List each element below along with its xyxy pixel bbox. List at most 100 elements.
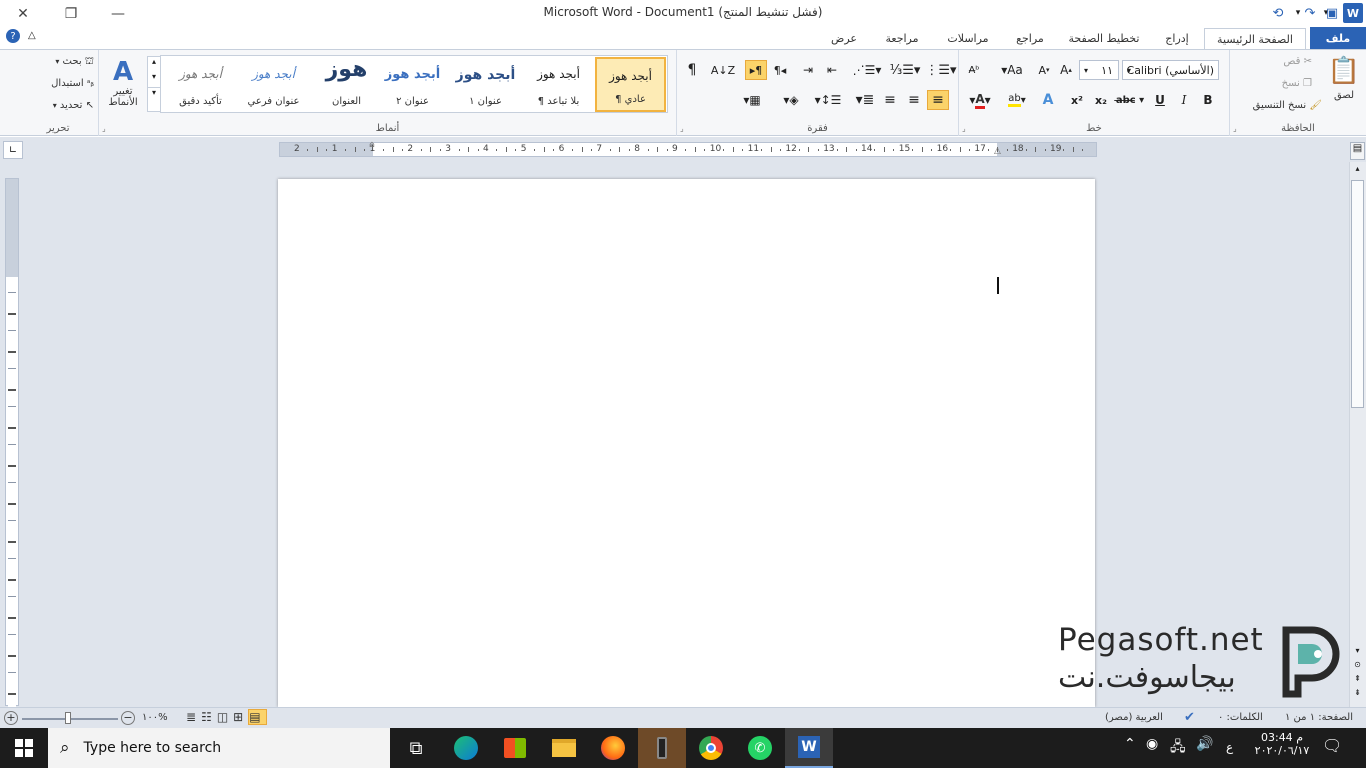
tab-file[interactable]: ملف bbox=[1310, 27, 1366, 49]
copy-button[interactable]: نسخ ❐ bbox=[1268, 78, 1312, 89]
multilevel-list-icon[interactable]: ⋰☰▾ bbox=[849, 60, 885, 80]
align-right-icon[interactable]: ≡ bbox=[927, 90, 949, 110]
tab-references[interactable]: مراجع bbox=[1006, 27, 1054, 49]
change-case-icon[interactable]: ▾Aa bbox=[997, 60, 1027, 80]
tab-insert[interactable]: إدراج bbox=[1154, 27, 1200, 49]
italic-icon[interactable]: I bbox=[1175, 90, 1193, 110]
justify-icon[interactable]: ▾≣ bbox=[853, 90, 877, 110]
styles-scroll[interactable]: ▴ ▾ ▾ bbox=[147, 56, 161, 112]
save-icon[interactable]: ▣ bbox=[1322, 3, 1342, 23]
zoom-out-icon[interactable]: − bbox=[121, 711, 135, 725]
paragraph-launcher-icon[interactable]: ⌟ bbox=[680, 124, 684, 133]
cut-button[interactable]: قص ✂ bbox=[1268, 56, 1312, 67]
numbering-icon[interactable]: ⅓☰▾ bbox=[889, 60, 921, 80]
style-subtitle[interactable]: أبجد هوز عنوان فرعي bbox=[238, 57, 309, 112]
grow-font-icon[interactable]: A ▴ bbox=[1057, 60, 1075, 80]
network-icon[interactable]: 🖧 bbox=[1170, 736, 1186, 760]
zoom-slider-thumb[interactable] bbox=[65, 712, 71, 724]
find-button[interactable]: ▾ بحث ⛫ bbox=[24, 56, 94, 69]
styles-scroll-up-icon[interactable]: ▴ bbox=[148, 57, 160, 66]
scroll-up-icon[interactable]: ▴ bbox=[1351, 164, 1364, 173]
style-normal[interactable]: أبجد هوز ¶ عادي bbox=[595, 57, 666, 112]
whatsapp-icon[interactable]: ✆ bbox=[736, 728, 784, 768]
styles-launcher-icon[interactable]: ⌟ bbox=[102, 124, 106, 133]
record-icon[interactable]: ◉ bbox=[1146, 736, 1158, 752]
paste-icon[interactable]: 📋 bbox=[1326, 54, 1362, 88]
style-subtle-emphasis[interactable]: أبجد هوز تأكيد دقيق bbox=[165, 57, 236, 112]
help-icon[interactable]: ? bbox=[6, 29, 20, 43]
outline-view-icon[interactable]: ☷ bbox=[201, 710, 217, 724]
align-left-icon[interactable]: ≡ bbox=[879, 90, 901, 110]
clear-formatting-icon[interactable]: A̶ᵇ bbox=[963, 60, 985, 80]
font-size-combo[interactable]: ١١ ▾ bbox=[1079, 60, 1119, 80]
superscript-icon[interactable]: x² bbox=[1067, 90, 1087, 110]
vertical-ruler[interactable] bbox=[5, 178, 19, 707]
chrome-icon[interactable] bbox=[687, 728, 735, 768]
styles-scroll-down-icon[interactable]: ▾ bbox=[148, 72, 160, 81]
highlight-color-icon[interactable]: ab ▾ bbox=[1001, 90, 1033, 110]
document-page[interactable] bbox=[278, 179, 1095, 707]
store-icon[interactable] bbox=[491, 728, 539, 768]
align-center-icon[interactable]: ≡ bbox=[903, 90, 925, 110]
style-heading-1[interactable]: أبجد هوز عنوان ١ bbox=[450, 57, 521, 112]
tab-mailings[interactable]: مراسلات bbox=[938, 27, 998, 49]
styles-more-icon[interactable]: ▾ bbox=[148, 87, 160, 97]
clipboard-launcher-icon[interactable]: ⌟ bbox=[1233, 124, 1237, 133]
subscript-icon[interactable]: x₂ bbox=[1091, 90, 1111, 110]
shrink-font-icon[interactable]: A ▾ bbox=[1035, 60, 1053, 80]
style-title[interactable]: هوز العنوان bbox=[311, 57, 382, 112]
page-count[interactable]: الصفحة: ١ من ١ bbox=[1285, 712, 1353, 723]
reading-view-icon[interactable]: ⊞ bbox=[233, 710, 248, 724]
zoom-in-icon[interactable]: + bbox=[4, 711, 18, 725]
tab-view[interactable]: عرض bbox=[820, 27, 868, 49]
clock[interactable]: 03:44 م ٢٠٢٠/٠٦/١٧ bbox=[1252, 731, 1312, 757]
rtl-direction-icon[interactable]: ¶◂ bbox=[769, 60, 791, 80]
font-launcher-icon[interactable]: ⌟ bbox=[962, 124, 966, 133]
draft-view-icon[interactable]: ≣ bbox=[186, 710, 201, 724]
view-buttons[interactable]: ≣☷◫⊞▤ bbox=[186, 709, 267, 725]
language-indicator[interactable]: العربية (مصر) bbox=[1105, 712, 1163, 723]
bullets-icon[interactable]: ⋮☰▾ bbox=[925, 60, 956, 80]
right-indent-marker-icon[interactable]: △ bbox=[994, 146, 1001, 156]
view-ruler-icon[interactable]: ▤ bbox=[1350, 142, 1365, 160]
paste-label[interactable]: لصق bbox=[1326, 90, 1362, 101]
file-explorer-icon[interactable] bbox=[540, 728, 588, 768]
font-name-combo[interactable]: Calibri (الأساسي) ▾ bbox=[1122, 60, 1219, 80]
increase-indent-icon[interactable]: ⇥ bbox=[797, 60, 819, 80]
word-taskbar-icon[interactable]: W bbox=[785, 728, 833, 768]
ltr-direction-icon[interactable]: ▸¶ bbox=[745, 60, 767, 80]
proofing-icon[interactable]: ✔ bbox=[1184, 710, 1195, 725]
print-layout-icon[interactable]: ▤ bbox=[248, 709, 267, 725]
show-hidden-icons[interactable]: ⌃ bbox=[1124, 736, 1136, 752]
style-heading-2[interactable]: أبجد هوز عنوان ٢ bbox=[377, 57, 448, 112]
tab-page-layout[interactable]: تخطيط الصفحة bbox=[1062, 27, 1146, 49]
windows-start-icon[interactable] bbox=[0, 728, 48, 768]
qat-customize-icon[interactable]: ⟲ bbox=[1268, 3, 1288, 23]
replace-button[interactable]: استبدال ᵃᵦ bbox=[24, 78, 94, 89]
text-effects-icon[interactable]: A bbox=[1037, 90, 1059, 110]
notifications-icon[interactable]: 🗨 bbox=[1322, 736, 1342, 755]
format-painter-button[interactable]: نسخ التنسيق 🖌 bbox=[1232, 100, 1322, 111]
scroll-nav-icons[interactable]: ▾ ⊙ ⇞ ⇟ bbox=[1351, 644, 1364, 700]
scroll-thumb[interactable] bbox=[1351, 180, 1364, 408]
horizontal-ruler[interactable]: 2 1 1 2 3 4 5 6 7 8 9 10 11 12 13 14 15 16 17 18 19 ⌂ △ bbox=[279, 140, 1097, 157]
tab-selector-icon[interactable]: ∟ bbox=[3, 141, 23, 159]
bold-icon[interactable]: B bbox=[1199, 90, 1217, 110]
word-count[interactable]: الكلمات: ٠ bbox=[1218, 712, 1263, 723]
underline-icon[interactable]: U bbox=[1151, 90, 1169, 110]
shading-icon[interactable]: ▾◈ bbox=[775, 90, 807, 110]
strikethrough-icon[interactable]: a̶b̶c̶ ▾ bbox=[1115, 90, 1145, 110]
volume-icon[interactable]: 🔊 bbox=[1196, 736, 1213, 752]
style-no-spacing[interactable]: أبجد هوز ¶ بلا تباعد bbox=[523, 57, 594, 112]
input-language[interactable]: ع bbox=[1226, 740, 1233, 754]
edge-icon[interactable] bbox=[442, 728, 490, 768]
tab-review[interactable]: مراجعة bbox=[874, 27, 930, 49]
web-layout-icon[interactable]: ◫ bbox=[217, 710, 233, 724]
minimize-ribbon-icon[interactable]: △ bbox=[28, 30, 36, 41]
decrease-indent-icon[interactable]: ⇤ bbox=[821, 60, 843, 80]
zoom-level[interactable]: ١٠٠% bbox=[142, 712, 168, 723]
font-color-icon[interactable]: ▾ A ▾ bbox=[963, 90, 997, 110]
borders-icon[interactable]: ▾▦ bbox=[735, 90, 769, 110]
select-button[interactable]: ▾ تحديد ↖ bbox=[24, 100, 94, 111]
firefox-icon[interactable] bbox=[589, 728, 637, 768]
